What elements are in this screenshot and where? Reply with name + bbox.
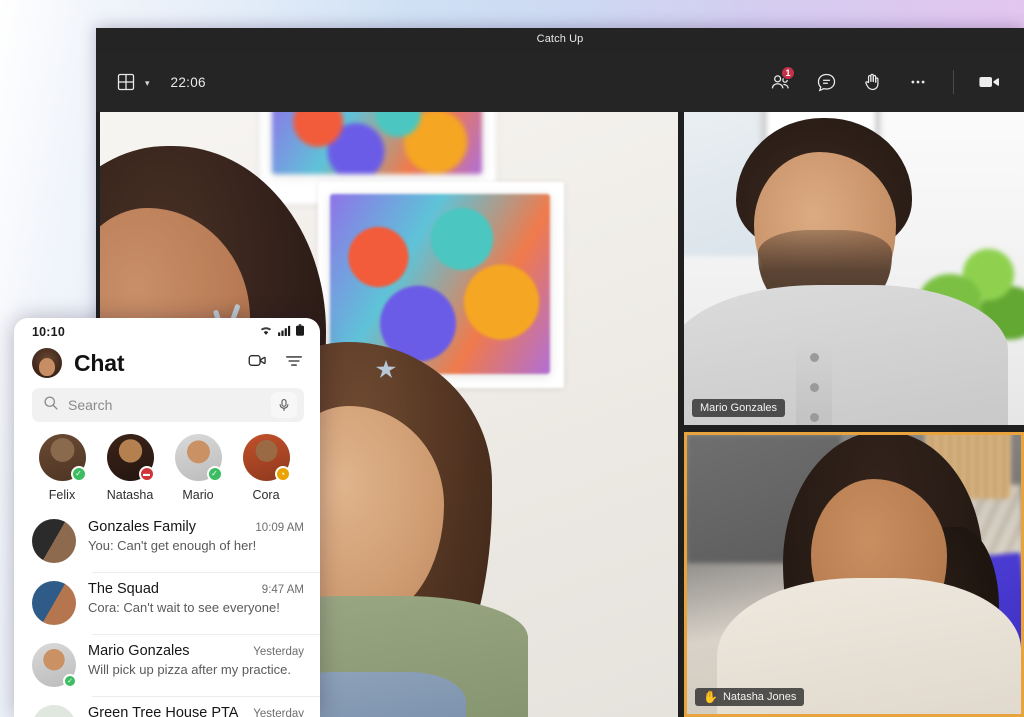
video-tile-natasha[interactable]: ✋ Natasha Jones [684, 432, 1024, 717]
presence-badge: ✓ [206, 466, 223, 482]
chat-time: 9:47 AM [261, 584, 304, 596]
status-time: 10:10 [32, 325, 65, 339]
chat-list: Gonzales Family 10:09 AM You: Can't get … [14, 506, 320, 717]
raise-hand-icon [862, 72, 882, 92]
video-camera-icon [977, 70, 1001, 94]
people-rail-item[interactable]: ◔ Cora [232, 434, 300, 502]
people-rail-label: Mario [182, 488, 214, 502]
desktop-background: Catch Up ▾ 22:06 1 Mario Gonzales ✋ Nata… [0, 0, 1024, 717]
chat-list-item[interactable]: The Squad 9:47 AM Cora: Can't wait to se… [14, 572, 320, 634]
search-placeholder: Search [68, 397, 113, 413]
search-input[interactable]: Search [32, 388, 304, 422]
raise-hand-button[interactable] [855, 66, 889, 98]
chevron-down-icon[interactable]: ▾ [145, 78, 150, 88]
cellular-signal-icon [278, 323, 291, 341]
avatar[interactable]: ✓ [38, 434, 87, 482]
status-indicators [259, 323, 304, 341]
chat-bubble-icon [816, 72, 837, 93]
participant-name-chip-raised: ✋ Natasha Jones [695, 688, 805, 706]
presence-badge: ◔ [274, 466, 291, 482]
video-scene-mario [684, 112, 1024, 425]
chat-list-item[interactable]: ✓ Mario Gonzales Yesterday Will pick up … [14, 634, 320, 696]
people-rail-item[interactable]: ▬ Natasha [96, 434, 164, 502]
more-ellipsis-icon [908, 72, 928, 92]
chat-preview: You: Can't get enough of her! [88, 538, 257, 553]
page-title: Chat [74, 349, 125, 376]
avatar-initials-text: GT [32, 705, 76, 717]
meeting-clock: 22:06 [170, 74, 206, 90]
microphone-icon[interactable] [271, 392, 297, 418]
avatar[interactable]: ▬ [106, 434, 155, 482]
people-rail-label: Cora [252, 488, 280, 502]
chat-preview: Cora: Can't wait to see everyone! [88, 600, 280, 615]
chat-time: 10:09 AM [255, 522, 304, 534]
search-icon [43, 395, 59, 416]
video-tile-mario[interactable]: Mario Gonzales [684, 112, 1024, 425]
people-rail-label: Felix [48, 488, 76, 502]
avatar[interactable]: ◔ [242, 434, 291, 482]
window-title-bar: Catch Up [96, 28, 1024, 52]
chat-name: Green Tree House PTA [88, 705, 239, 717]
avatar[interactable] [311, 434, 321, 481]
raised-hand-icon: ✋ [703, 690, 718, 704]
participant-name: Natasha Jones [722, 691, 797, 703]
wifi-icon [259, 323, 273, 341]
phone-search-row: Search [14, 388, 320, 422]
avatar-initials: GT [32, 705, 76, 717]
more-options-button[interactable] [901, 66, 935, 98]
participants-badge: 1 [781, 66, 795, 80]
battery-icon [296, 323, 304, 341]
people-rail-item[interactable]: ✓ Mario [164, 434, 232, 502]
phone-chat-header: Chat [14, 346, 320, 388]
user-avatar[interactable] [32, 348, 62, 378]
avatar [32, 519, 76, 563]
avatar [32, 581, 76, 625]
video-scene-natasha [687, 435, 1021, 714]
presence-badge: ✓ [63, 674, 77, 688]
people-rail[interactable]: ✓ Felix ▬ Natasha ✓ Mario ◔ Cora [14, 422, 320, 506]
mobile-chat-overlay: 10:10 Chat Search ✓ Felix ▬ Natasha ✓ Ma… [14, 318, 320, 717]
new-video-meeting-icon[interactable] [246, 350, 267, 376]
people-rail-item[interactable]: ✓ Felix [28, 434, 96, 502]
chat-time: Yesterday [253, 646, 304, 658]
camera-button[interactable] [972, 66, 1006, 98]
avatar[interactable]: ✓ [174, 434, 223, 482]
chat-time: Yesterday [253, 708, 304, 717]
avatar: ✓ [32, 643, 77, 688]
chat-name: Mario Gonzales [88, 643, 190, 659]
participant-name-chip: Mario Gonzales [692, 399, 786, 417]
people-rail-label: Natasha [106, 488, 154, 502]
chat-preview: Will pick up pizza after my practice. [88, 662, 292, 677]
meeting-toolbar: ▾ 22:06 1 [96, 52, 1024, 112]
chat-list-item[interactable]: Gonzales Family 10:09 AM You: Can't get … [14, 510, 320, 572]
chat-list-item[interactable]: GT Green Tree House PTA Yesterday [14, 696, 320, 717]
chat-name: The Squad [88, 581, 159, 597]
window-title: Catch Up [536, 33, 584, 45]
chat-button[interactable] [809, 66, 843, 98]
presence-badge: ▬ [138, 466, 155, 482]
grid-view-icon[interactable] [116, 72, 136, 92]
participant-name: Mario Gonzales [700, 402, 778, 414]
participants-button[interactable]: 1 [763, 66, 797, 98]
filter-icon[interactable] [284, 351, 304, 376]
people-rail-item[interactable]: Eri [300, 434, 320, 502]
chat-name: Gonzales Family [88, 519, 196, 535]
toolbar-divider [953, 70, 954, 94]
phone-status-bar: 10:10 [14, 318, 320, 346]
presence-badge: ✓ [70, 466, 87, 482]
